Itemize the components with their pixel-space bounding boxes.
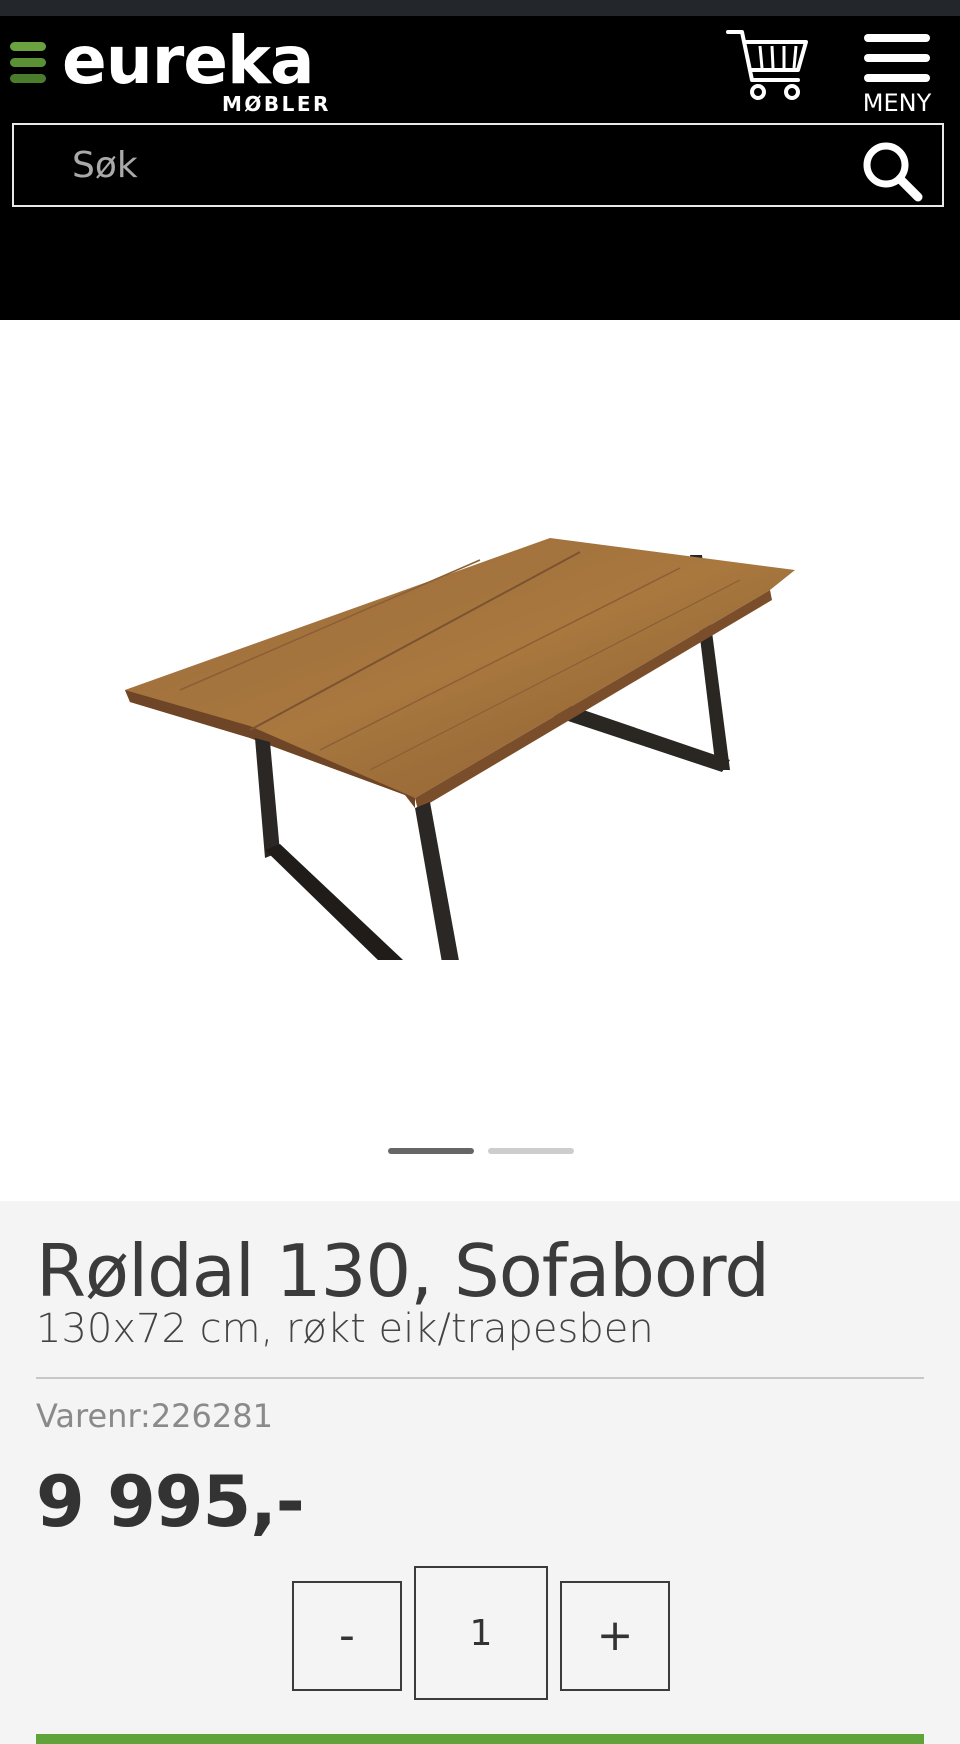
site-header: eureka MØBLER MENY — [0, 16, 960, 320]
logo-subtitle: MØBLER — [222, 92, 331, 116]
product-info: Røldal 130, Sofabord 130x72 cm, røkt eik… — [0, 1201, 960, 1744]
sku-label: Varenr: — [36, 1397, 151, 1435]
sku-value: 226281 — [150, 1397, 273, 1435]
cart-button[interactable] — [726, 24, 812, 104]
product-image[interactable] — [120, 440, 810, 960]
quantity-increase-button[interactable]: + — [560, 1581, 670, 1691]
divider — [36, 1377, 924, 1379]
product-price: 9 995,- — [36, 1461, 305, 1543]
status-bar — [0, 0, 960, 16]
menu-label: MENY — [862, 89, 932, 117]
search-input[interactable] — [14, 125, 834, 205]
search-bar — [12, 123, 944, 207]
product-gallery[interactable] — [0, 320, 960, 1201]
product-subtitle: 130x72 cm, røkt eik/trapesben — [36, 1306, 654, 1352]
shopping-cart-icon — [726, 30, 808, 100]
product-title: Røldal 130, Sofabord — [36, 1229, 770, 1313]
sku: Varenr:226281 — [36, 1397, 273, 1435]
quantity-decrease-button[interactable]: - — [292, 1581, 402, 1691]
logo-bars-icon — [10, 42, 46, 84]
carousel-dot-1[interactable] — [388, 1148, 474, 1154]
logo[interactable]: eureka — [62, 22, 314, 100]
menu-button[interactable]: MENY — [856, 24, 938, 116]
carousel-dot-2[interactable] — [488, 1148, 574, 1154]
search-icon[interactable] — [860, 139, 924, 203]
quantity-input[interactable] — [414, 1566, 548, 1700]
add-to-cart-button[interactable] — [36, 1734, 924, 1744]
